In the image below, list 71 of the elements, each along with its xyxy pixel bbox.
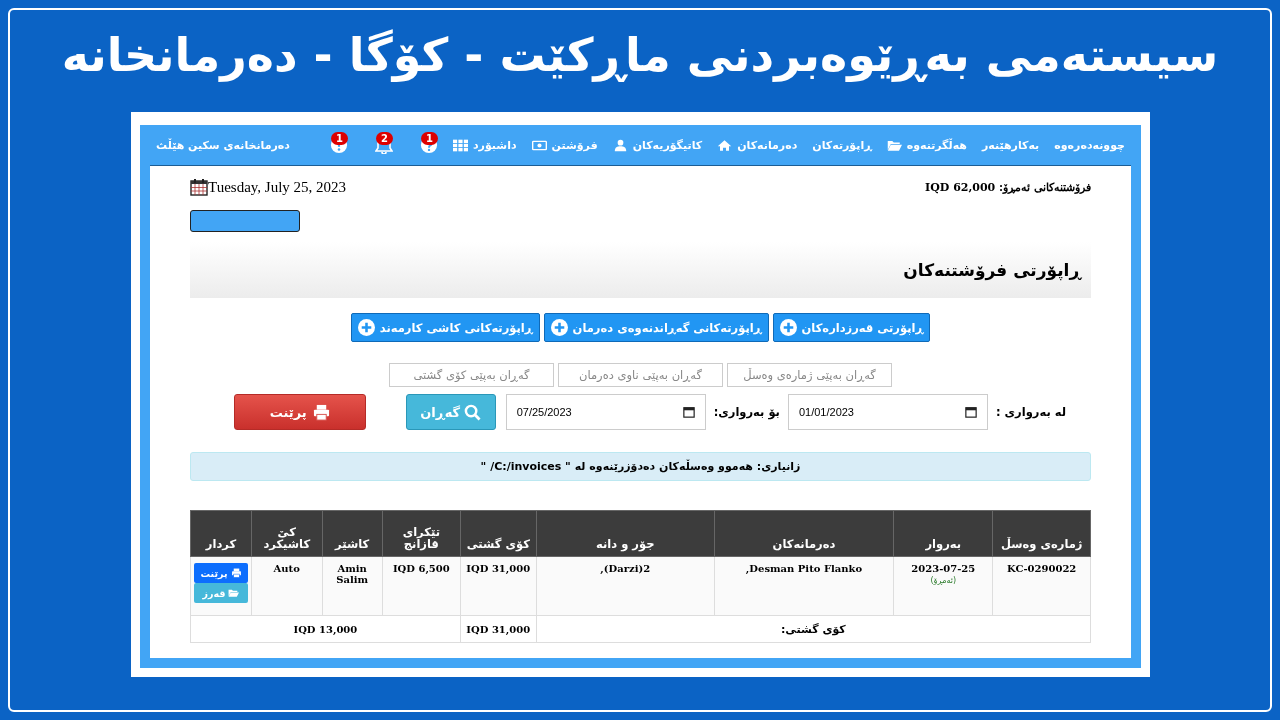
debt-button[interactable]: قەرز [194,583,248,603]
from-date-field[interactable]: 01/01/2023 [787,394,988,430]
printer-icon [312,403,330,421]
column-header: تێکرای قازانج [382,510,461,557]
page-heading: ڕاپۆرتی فرۆشتنەکان [903,260,1081,280]
table-cell: IQD 31,000 [460,556,537,616]
calendar-icon [964,406,977,418]
grid-icon [452,138,468,152]
nav-link[interactable]: فرۆشتن [531,138,598,152]
notification-button[interactable]: 1 [317,135,348,155]
home-icon [717,138,733,152]
table-cell: Amin Salim [322,556,383,616]
report-button[interactable]: ڕاپۆرتی قەرزدارەکان [772,313,931,342]
plus-icon [550,319,568,336]
column-header: ژمارەی وەسڵ [992,510,1091,557]
table-cell: Desman Pito Flanko, [714,556,894,616]
calendar-icon [682,406,695,418]
calendar-icon [190,178,208,196]
count-badge: 2 [376,132,393,145]
column-header: کۆی گشتی [460,510,537,557]
table-cell: IQD 13,000 [190,615,461,643]
table-cell: Auto [251,556,322,616]
table-cell: 2(Darzi), [536,556,715,616]
plus-icon [779,319,797,336]
nav-link[interactable]: هەڵگرتنەوە [886,138,967,152]
today-tag: (ئەمڕۆ) [930,576,957,585]
to-date-label: بۆ بەرواری: [713,405,780,419]
from-date-label: لە بەرواری : [995,405,1066,419]
notification-button[interactable]: 1 [407,135,438,155]
print-button[interactable]: پرێنت [194,563,248,583]
nav-link[interactable]: داشبۆرد [452,138,517,152]
column-header: کردار [190,510,252,557]
current-date: Tuesday, July 25, 2023 [208,178,347,196]
column-header: جۆر و دانە [536,510,715,557]
search-icon [464,403,482,421]
table-cell: IQD 31,000 [460,615,537,643]
money-icon [531,138,547,152]
report-button[interactable]: ڕاپۆرتەکانی کاشی کارمەند [350,313,540,342]
plus-icon [357,319,375,336]
search-field[interactable]: گەڕان بەپێی ژمارەی وەسڵ [727,363,892,387]
search-field[interactable]: گەڕان بەپێی ناوی دەرمان [558,363,723,387]
search-button[interactable]: گەڕان [405,394,496,430]
column-header: دەرمانەکان [714,510,894,557]
count-badge: 1 [421,132,438,145]
folder-icon [886,138,902,152]
info-message: زانیاری: هەموو وەسڵەکان دەدۆزرێنەوە لە " C:/invoices/ " [480,460,801,473]
report-button[interactable]: ڕاپۆرتەکانی گەڕاندنەوەی دەرمان [543,313,769,342]
nav-link[interactable]: بەکارهێنەر [981,138,1040,152]
column-header: بەروار [893,510,993,557]
folder-icon [228,588,240,598]
column-header: کاشێر [322,510,383,557]
count-badge: 1 [331,132,348,145]
nav-link[interactable]: کاتیگۆریەکان [612,138,703,152]
to-date-field[interactable]: 07/25/2023 [505,394,706,430]
blank-button[interactable] [190,210,300,232]
user-icon [612,138,628,152]
today-sales: فرۆشتنەکانی ئەمڕۆ: IQD 62,000 [925,180,1091,194]
nav-link[interactable]: دەرمانەکان [717,138,798,152]
table-cell: KC-0290022 [992,556,1091,616]
search-field[interactable]: گەڕان بەپێی کۆی گشتی [389,363,554,387]
print-button[interactable]: پرێنت [233,394,366,430]
notification-button[interactable]: 2 [362,135,393,155]
page-title: سیستەمی بەڕێوەبردنی ماڕکێت - کۆگا - دەرمانخانە [61,28,1219,84]
brand-name: دەرمانخانەی سکین هێڵث [156,138,290,152]
nav-link[interactable]: چوونەدەرەوە [1054,138,1125,152]
printer-icon [230,568,242,578]
nav-link[interactable]: ڕاپۆرتەکان [812,138,872,152]
column-header: کێ کاشیکرد [251,510,322,557]
table-cell: 2023-07-25 [911,563,976,574]
table-cell: IQD 6,500 [382,556,461,616]
total-label: کۆی گشتی: [536,615,1091,643]
